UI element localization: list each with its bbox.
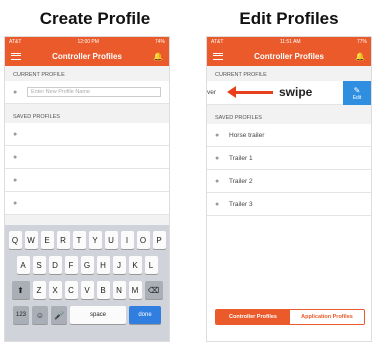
key-g[interactable]: G (80, 256, 94, 274)
key-p[interactable]: P (152, 231, 166, 249)
edit-profiles-screen: AT&T 11:51 AM 77% Controller Profiles 🔔 … (206, 36, 372, 342)
key-u[interactable]: U (104, 231, 118, 249)
key-s[interactable]: S (32, 256, 46, 274)
done-key[interactable]: done (129, 306, 161, 324)
key-e[interactable]: E (40, 231, 54, 249)
edit-profiles-heading: Edit Profiles (239, 9, 339, 28)
new-profile-row: ● Enter New Profile Name (5, 81, 169, 104)
battery-text: 74% (154, 38, 165, 45)
user-icon: ● (13, 130, 18, 138)
keyboard-row: ASDFGHJKL (5, 256, 169, 274)
saved-profile-row[interactable]: ● Horse trailer (207, 124, 371, 147)
tab-controller-profiles[interactable]: Controller Profiles (216, 310, 290, 324)
battery-text: 77% (356, 38, 367, 45)
backspace-key[interactable]: ⌫ (144, 281, 163, 299)
menu-icon[interactable] (11, 52, 21, 60)
keyboard-row: 123 ☺ 🎤 space done (5, 306, 169, 324)
bell-icon[interactable]: 🔔 (153, 52, 163, 61)
user-icon: ● (215, 200, 220, 208)
nav-title: Controller Profiles (52, 51, 122, 61)
key-d[interactable]: D (48, 256, 62, 274)
time-text: 11:51 AM (279, 38, 301, 45)
current-profile-label: CURRENT PROFILE (13, 72, 65, 78)
key-w[interactable]: W (24, 231, 38, 249)
user-icon: ● (215, 177, 220, 185)
saved-profile-name: Trailer 3 (229, 200, 253, 208)
key-n[interactable]: N (112, 281, 126, 299)
current-profile-partial: ver (207, 89, 217, 96)
saved-profile-name: Horse trailer (229, 131, 265, 139)
nav-bar: Controller Profiles 🔔 (5, 46, 169, 66)
carrier-text: AT&T (9, 38, 22, 45)
user-icon: ● (215, 131, 220, 139)
nav-title: Controller Profiles (254, 51, 324, 61)
menu-icon[interactable] (213, 52, 223, 60)
saved-profile-row[interactable]: ● Trailer 3 (207, 193, 371, 216)
key-y[interactable]: Y (88, 231, 102, 249)
tab-application-profiles[interactable]: Application Profiles (290, 310, 364, 324)
key-z[interactable]: Z (32, 281, 46, 299)
key-i[interactable]: I (120, 231, 134, 249)
key-m[interactable]: M (128, 281, 142, 299)
key-l[interactable]: L (144, 256, 158, 274)
current-profile-label: CURRENT PROFILE (207, 66, 371, 81)
profile-type-tabs: Controller Profiles Application Profiles (215, 309, 365, 325)
edit-label: Edit (352, 94, 362, 101)
user-icon: ● (13, 153, 18, 161)
edit-button[interactable]: ✎ Edit (343, 81, 371, 105)
saved-profiles-list: ● Horse trailer ● Trailer 1 ● Trailer 2 ● Trail… (207, 124, 371, 216)
saved-profile-row[interactable]: ● Trailer 2 (207, 170, 371, 193)
key-j[interactable]: J (112, 256, 126, 274)
space-key[interactable]: space (70, 306, 126, 324)
bell-icon[interactable]: 🔔 (355, 52, 365, 61)
status-bar: AT&T 12:00 PM 74% (5, 37, 169, 46)
user-icon: ● (13, 88, 18, 96)
create-profile-screen: AT&T 12:00 PM 74% Controller Profiles 🔔 … (4, 36, 170, 342)
current-profile-row[interactable]: ver swipe ✎ Edit (207, 81, 371, 105)
saved-profile-row[interactable]: ● (5, 123, 169, 146)
key-f[interactable]: F (64, 256, 78, 274)
nav-bar: Controller Profiles 🔔 (207, 46, 371, 66)
user-icon: ● (215, 154, 220, 162)
numbers-key[interactable]: 123 (13, 306, 29, 324)
saved-profiles-label: SAVED PROFILES (13, 114, 60, 120)
keyboard-row: ⬆ Z X C V B N M ⌫ (5, 281, 169, 299)
user-icon: ● (13, 199, 18, 207)
key-q[interactable]: Q (8, 231, 22, 249)
emoji-key[interactable]: ☺ (32, 306, 48, 324)
key-c[interactable]: C (64, 281, 78, 299)
key-h[interactable]: H (96, 256, 110, 274)
profile-name-input[interactable]: Enter New Profile Name (27, 87, 161, 97)
swipe-label: swipe (279, 85, 313, 99)
saved-profile-row[interactable]: ● (5, 169, 169, 192)
saved-profile-row[interactable]: ● (5, 146, 169, 169)
key-a[interactable]: A (16, 256, 30, 274)
saved-profiles-label: SAVED PROFILES (207, 105, 371, 124)
shift-key[interactable]: ⬆ (11, 281, 30, 299)
keyboard-row: QWERTYUIOP (5, 231, 169, 249)
time-text: 12:00 PM (77, 38, 99, 45)
key-v[interactable]: V (80, 281, 94, 299)
key-r[interactable]: R (56, 231, 70, 249)
saved-profile-name: Trailer 2 (229, 177, 253, 185)
key-b[interactable]: B (96, 281, 110, 299)
key-o[interactable]: O (136, 231, 150, 249)
user-icon: ● (13, 176, 18, 184)
swipe-arrow-icon (227, 86, 273, 98)
saved-profile-row[interactable]: ● (5, 192, 169, 215)
key-t[interactable]: T (72, 231, 86, 249)
key-k[interactable]: K (128, 256, 142, 274)
saved-profile-row[interactable]: ● Trailer 1 (207, 147, 371, 170)
microphone-key[interactable]: 🎤 (51, 306, 67, 324)
on-screen-keyboard: QWERTYUIOP ASDFGHJKL ⬆ Z X C V B N M ⌫ 123 ☺ 🎤 … (5, 225, 169, 341)
key-x[interactable]: X (48, 281, 62, 299)
carrier-text: AT&T (211, 38, 224, 45)
status-bar: AT&T 11:51 AM 77% (207, 37, 371, 46)
saved-profile-name: Trailer 1 (229, 154, 253, 162)
edit-icon: ✎ (353, 85, 361, 95)
create-profile-heading: Create Profile (39, 9, 151, 28)
